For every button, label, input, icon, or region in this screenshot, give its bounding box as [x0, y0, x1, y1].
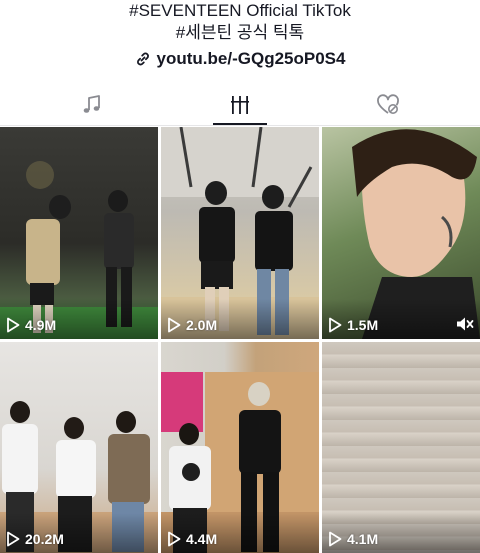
bio-line-2: #세븐틴 공식 틱톡	[175, 23, 305, 42]
bio-line-1: #SEVENTEEN Official TikTok	[129, 1, 351, 20]
view-count: 4.4M	[167, 531, 217, 547]
video-thumbnail[interactable]: 2.0M	[161, 127, 319, 339]
view-count: 1.5M	[328, 317, 378, 333]
tab-music[interactable]	[62, 84, 122, 126]
hidden-heart-icon	[377, 94, 399, 114]
view-count: 4.1M	[328, 531, 378, 547]
view-count-text: 4.4M	[186, 531, 218, 547]
play-icon	[329, 531, 342, 547]
view-count: 20.2M	[6, 531, 64, 547]
video-thumbnail[interactable]: 20.2M	[0, 342, 158, 553]
view-count-text: 4.1M	[347, 531, 379, 547]
video-thumbnail[interactable]: 4.4M	[161, 342, 319, 553]
play-icon	[7, 531, 20, 547]
video-grid: 4.9M 2.0M 1.5M 20.2M 4.4M 4.1M	[0, 127, 480, 553]
play-icon	[329, 317, 342, 333]
view-count: 2.0M	[167, 317, 217, 333]
video-thumbnail[interactable]: 4.9M	[0, 127, 158, 339]
active-tab-indicator	[213, 123, 267, 125]
play-icon	[168, 531, 181, 547]
grid-bars-icon	[231, 96, 249, 114]
profile-link-text[interactable]: youtu.be/-GQg25oP0S4	[157, 48, 346, 70]
play-icon	[168, 317, 181, 333]
view-count-text: 20.2M	[25, 531, 64, 547]
video-thumbnail[interactable]: 4.1M	[322, 342, 480, 553]
view-count-text: 2.0M	[186, 317, 218, 333]
tab-liked[interactable]	[358, 84, 418, 126]
profile-tabs	[0, 84, 480, 126]
view-count-text: 1.5M	[347, 317, 379, 333]
view-count-text: 4.9M	[25, 317, 57, 333]
profile-link[interactable]: youtu.be/-GQg25oP0S4	[0, 48, 480, 70]
music-note-icon	[83, 95, 100, 113]
play-icon	[7, 317, 20, 333]
video-thumbnail[interactable]: 1.5M	[322, 127, 480, 339]
view-count: 4.9M	[6, 317, 56, 333]
tab-videos[interactable]	[210, 84, 270, 126]
link-icon	[136, 52, 149, 66]
muted-speaker-icon	[457, 317, 474, 331]
